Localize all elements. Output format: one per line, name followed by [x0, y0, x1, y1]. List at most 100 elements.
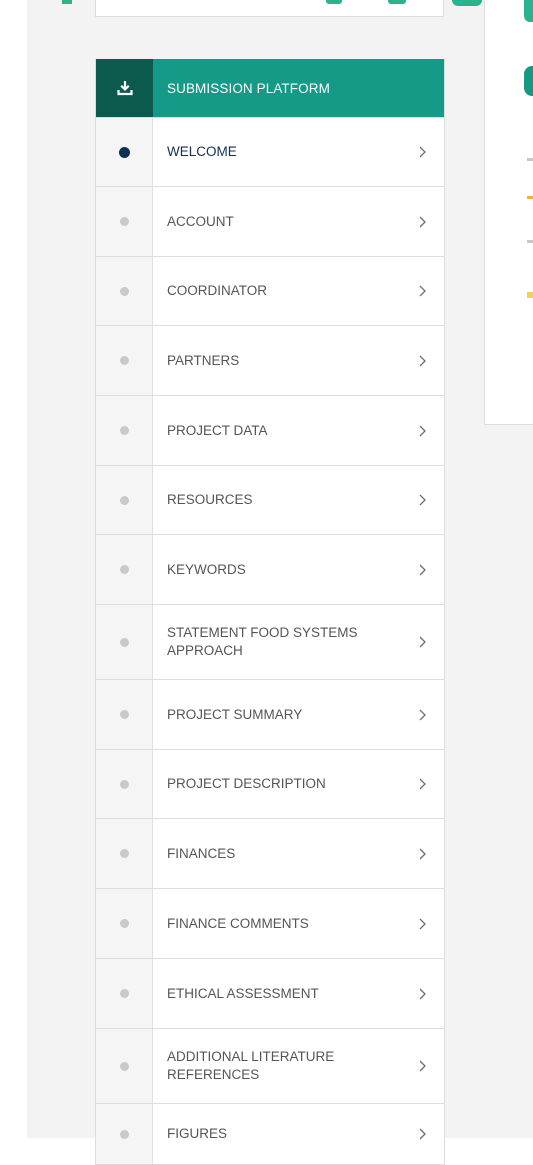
chevron-right-icon [410, 1128, 434, 1140]
header-fragment [452, 0, 482, 6]
status-dot-icon [119, 637, 129, 647]
sidebar-item-body: PARTNERS [153, 326, 444, 395]
status-dot-icon [119, 565, 129, 574]
sidebar-item-body: ACCOUNT [153, 187, 444, 256]
chevron-right-icon [410, 285, 434, 297]
status-cell [96, 1029, 153, 1103]
chevron-right-icon [410, 636, 434, 648]
sidebar-item-project-data[interactable]: PROJECT DATA [96, 395, 444, 465]
sidebar-item-finance-comments[interactable]: FINANCE COMMENTS [96, 888, 444, 958]
status-dot-icon [119, 989, 129, 998]
content-fragment [524, 66, 533, 96]
sidebar-item-label: FIGURES [167, 1126, 228, 1141]
sidebar-item-partners[interactable]: PARTNERS [96, 325, 444, 395]
status-dot-icon [119, 286, 129, 296]
chevron-right-icon [410, 146, 434, 158]
status-cell [96, 889, 153, 958]
chevron-right-icon [410, 988, 434, 1000]
chevron-right-icon [410, 494, 434, 506]
header-fragment [326, 0, 342, 4]
content-panel [484, 0, 533, 425]
sidebar-item-label: ETHICAL ASSESSMENT [167, 985, 319, 1001]
sidebar-item-body: STATEMENT FOOD SYSTEMS APPROACH [153, 605, 444, 679]
sidebar-header: SUBMISSION PLATFORM [96, 59, 444, 117]
sidebar-item-label: COORDINATOR [167, 283, 268, 298]
sidebar-item-label: FINANCE COMMENTS [167, 915, 309, 931]
sidebar-item-body: FINANCE COMMENTS [153, 889, 444, 958]
chevron-right-icon [410, 564, 434, 576]
status-cell [96, 466, 153, 534]
sidebar-item-project-summary[interactable]: PROJECT SUMMARY [96, 679, 444, 749]
sidebar-item-body: FIGURES [153, 1104, 444, 1164]
sidebar-item-account[interactable]: ACCOUNT [96, 186, 444, 256]
status-dot-icon [119, 1129, 129, 1139]
sidebar-item-body: KEYWORDS [153, 535, 444, 604]
status-cell [96, 118, 153, 186]
status-cell [96, 605, 153, 679]
sidebar-item-body: ADDITIONAL LITERATURE REFERENCES [153, 1029, 444, 1103]
content-fragment [527, 158, 533, 161]
sidebar-item-finances[interactable]: FINANCES [96, 818, 444, 888]
status-dot-icon [119, 217, 129, 226]
sidebar-item-label: FINANCES [167, 845, 236, 861]
chevron-right-icon [410, 1060, 434, 1072]
chevron-right-icon [410, 425, 434, 437]
status-cell [96, 1104, 153, 1164]
sidebar-item-body: PROJECT DATA [153, 396, 444, 465]
sidebar-item-statement-food-systems-approach[interactable]: STATEMENT FOOD SYSTEMS APPROACH [96, 604, 444, 679]
status-dot-icon [119, 919, 129, 928]
status-dot-active-icon [118, 146, 130, 158]
content-fragment [527, 196, 533, 199]
status-dot-icon [119, 779, 129, 789]
sidebar-item-label: ACCOUNT [167, 213, 234, 229]
sidebar-item-additional-literature-references[interactable]: ADDITIONAL LITERATURE REFERENCES [96, 1028, 444, 1103]
sidebar-header-icon-cell [96, 59, 153, 117]
sidebar-nav-list: WELCOME ACCOUNT COORDINATOR PARTNERS PROJECT… [96, 117, 444, 1164]
content-fragment [527, 292, 533, 298]
sidebar-item-body: ETHICAL ASSESSMENT [153, 959, 444, 1028]
sidebar-item-welcome[interactable]: WELCOME [96, 117, 444, 186]
header-fragment [524, 0, 533, 22]
submission-sidebar: SUBMISSION PLATFORM WELCOME ACCOUNT COORDI… [95, 59, 445, 1165]
header-fragment [62, 0, 72, 4]
sidebar-item-project-description[interactable]: PROJECT DESCRIPTION [96, 749, 444, 818]
status-cell [96, 187, 153, 256]
sidebar-item-body: RESOURCES [153, 466, 444, 534]
chevron-right-icon [410, 918, 434, 930]
chevron-right-icon [410, 848, 434, 860]
sidebar-item-figures[interactable]: FIGURES [96, 1103, 444, 1164]
sidebar-item-keywords[interactable]: KEYWORDS [96, 534, 444, 604]
header-fragment [388, 0, 406, 4]
sidebar-item-label: RESOURCES [167, 492, 253, 507]
sidebar-item-body: FINANCES [153, 819, 444, 888]
sidebar-item-ethical-assessment[interactable]: ETHICAL ASSESSMENT [96, 958, 444, 1028]
status-cell [96, 535, 153, 604]
chevron-right-icon [410, 216, 434, 228]
sidebar-item-label: KEYWORDS [167, 561, 246, 577]
sidebar-header-title: SUBMISSION PLATFORM [167, 80, 330, 96]
sidebar-item-coordinator[interactable]: COORDINATOR [96, 256, 444, 325]
status-dot-icon [119, 1061, 129, 1071]
status-dot-icon [119, 849, 129, 858]
status-cell [96, 326, 153, 395]
chevron-right-icon [410, 778, 434, 790]
sidebar-item-body: COORDINATOR [153, 257, 444, 325]
sidebar-item-label: PROJECT DESCRIPTION [167, 776, 326, 791]
status-cell [96, 819, 153, 888]
sidebar-item-label: STATEMENT FOOD SYSTEMS APPROACH [167, 625, 358, 658]
status-dot-icon [119, 426, 129, 435]
sidebar-item-body: WELCOME [153, 118, 444, 186]
status-dot-icon [119, 495, 129, 505]
chevron-right-icon [410, 355, 434, 367]
status-cell [96, 396, 153, 465]
sidebar-item-resources[interactable]: RESOURCES [96, 465, 444, 534]
status-dot-icon [119, 356, 129, 365]
status-cell [96, 959, 153, 1028]
chevron-right-icon [410, 709, 434, 721]
sidebar-item-label: PROJECT SUMMARY [167, 706, 303, 722]
status-cell [96, 750, 153, 818]
sidebar-item-body: PROJECT SUMMARY [153, 680, 444, 749]
sidebar-item-label: WELCOME [167, 144, 237, 159]
sidebar-item-label: PARTNERS [167, 352, 240, 368]
sidebar-item-body: PROJECT DESCRIPTION [153, 750, 444, 818]
